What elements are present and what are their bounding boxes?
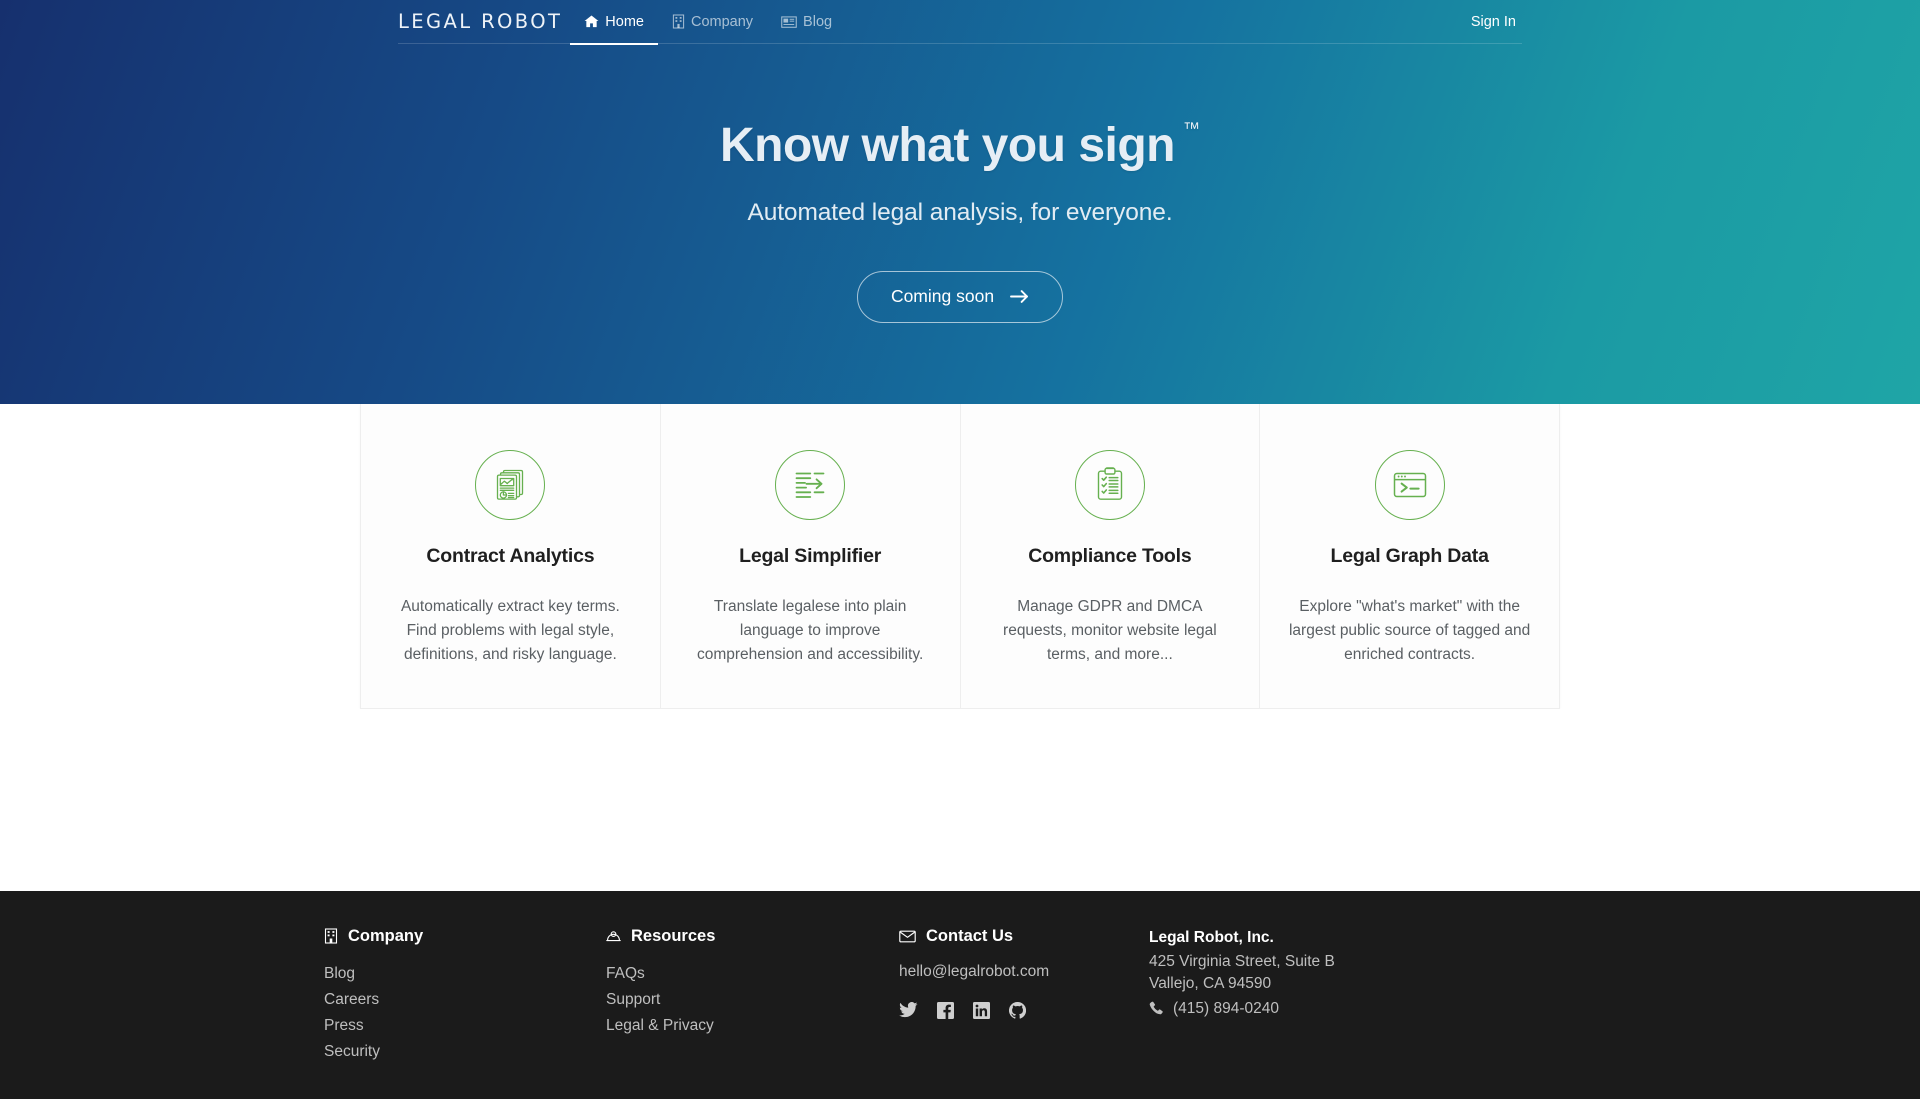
phone-link[interactable]: (415) 894-0240 (1149, 1000, 1449, 1018)
text-simplify-arrow-icon (775, 450, 845, 520)
footer-heading-company: Company (324, 927, 606, 946)
social-links (899, 1002, 1149, 1024)
documents-chart-icon (475, 450, 545, 520)
footer-link-legal-privacy[interactable]: Legal & Privacy (606, 1015, 899, 1037)
nav-item-company[interactable]: Company (658, 0, 767, 44)
coming-soon-button-label: Coming soon (891, 286, 994, 307)
hero-title-text: Know what you sign (720, 119, 1175, 172)
trademark-symbol: ™ (1183, 119, 1200, 138)
clipboard-check-icon (1075, 450, 1145, 520)
envelope-icon (899, 930, 916, 943)
footer-column-resources: Resources FAQs Support Legal & Privacy (606, 927, 899, 1067)
footer-link-security[interactable]: Security (324, 1041, 606, 1063)
feature-card-description: Translate legalese into plain language t… (687, 595, 934, 668)
nav-item-home[interactable]: Home (570, 0, 658, 44)
footer-link-support[interactable]: Support (606, 989, 899, 1011)
twitter-icon[interactable] (899, 1002, 918, 1023)
phone-number: (415) 894-0240 (1173, 1000, 1279, 1018)
feature-card-description: Explore "what's market" with the largest… (1286, 595, 1533, 668)
footer-heading-company-label: Company (348, 927, 423, 946)
facebook-icon[interactable] (937, 1002, 954, 1024)
feature-card-title: Compliance Tools (987, 545, 1234, 568)
footer-heading-contact-label: Contact Us (926, 927, 1013, 946)
feature-card-contract-analytics[interactable]: Contract Analytics Automatically extract… (361, 404, 661, 708)
address-street: 425 Virginia Street, Suite B (1149, 951, 1449, 974)
home-icon (584, 14, 599, 29)
footer-link-press[interactable]: Press (324, 1015, 606, 1037)
page-whitespace (0, 709, 1920, 891)
coming-soon-button[interactable]: Coming soon (857, 271, 1063, 323)
nav-item-blog-label: Blog (803, 14, 832, 30)
life-ring-icon (606, 928, 621, 944)
building-icon (324, 928, 338, 944)
hero-section: LEGAL ROBOT Home (0, 0, 1920, 404)
footer-column-company: Company Blog Careers Press Security (324, 927, 606, 1067)
footer-link-blog[interactable]: Blog (324, 963, 606, 985)
footer-link-faqs[interactable]: FAQs (606, 963, 899, 985)
feature-card-description: Automatically extract key terms. Find pr… (387, 595, 634, 668)
features-section: Contract Analytics Automatically extract… (0, 404, 1920, 709)
arrow-right-icon (1010, 289, 1029, 304)
address-city-state-zip: Vallejo, CA 94590 (1149, 973, 1449, 996)
feature-card-description: Manage GDPR and DMCA requests, monitor w… (987, 595, 1234, 668)
footer-column-address: Legal Robot, Inc. 425 Virginia Street, S… (1149, 927, 1449, 1067)
feature-card-title: Legal Graph Data (1286, 545, 1533, 568)
footer-link-careers[interactable]: Careers (324, 989, 606, 1011)
top-navigation-bar: LEGAL ROBOT Home (398, 0, 1522, 44)
github-icon[interactable] (1009, 1002, 1026, 1024)
phone-icon (1149, 1001, 1164, 1016)
hero-content: Know what you sign ™ Automated legal anal… (0, 44, 1920, 323)
contact-email-link[interactable]: hello@legalrobot.com (899, 963, 1149, 981)
company-legal-name: Legal Robot, Inc. (1149, 929, 1449, 947)
feature-card-legal-simplifier[interactable]: Legal Simplifier Translate legalese into… (661, 404, 961, 708)
nav-links: Home Company (570, 0, 846, 44)
footer-columns: Company Blog Careers Press Security Reso… (260, 927, 1660, 1067)
footer-heading-contact: Contact Us (899, 927, 1149, 946)
footer-heading-resources: Resources (606, 927, 899, 946)
site-logo[interactable]: LEGAL ROBOT (398, 10, 562, 33)
feature-card-row: Contract Analytics Automatically extract… (360, 404, 1560, 709)
page-title: Know what you sign ™ (0, 120, 1920, 173)
footer-column-contact: Contact Us hello@legalrobot.com (899, 927, 1149, 1067)
nav-item-company-label: Company (691, 14, 753, 30)
feature-card-legal-graph-data[interactable]: Legal Graph Data Explore "what's market"… (1260, 404, 1559, 708)
hero-subtitle: Automated legal analysis, for everyone. (0, 199, 1920, 227)
building-icon (672, 14, 685, 29)
nav-item-blog[interactable]: Blog (767, 0, 846, 44)
newspaper-icon (781, 15, 797, 29)
sign-in-button[interactable]: Sign In (1465, 14, 1522, 30)
linkedin-icon[interactable] (973, 1002, 990, 1024)
nav-item-home-label: Home (605, 14, 644, 30)
feature-card-title: Legal Simplifier (687, 545, 934, 568)
site-footer: Company Blog Careers Press Security Reso… (0, 891, 1920, 1099)
footer-heading-resources-label: Resources (631, 927, 715, 946)
hero-cta-wrapper: Coming soon (0, 271, 1920, 323)
terminal-window-icon (1375, 450, 1445, 520)
feature-card-title: Contract Analytics (387, 545, 634, 568)
feature-card-compliance-tools[interactable]: Compliance Tools Manage GDPR and DMCA re… (961, 404, 1261, 708)
